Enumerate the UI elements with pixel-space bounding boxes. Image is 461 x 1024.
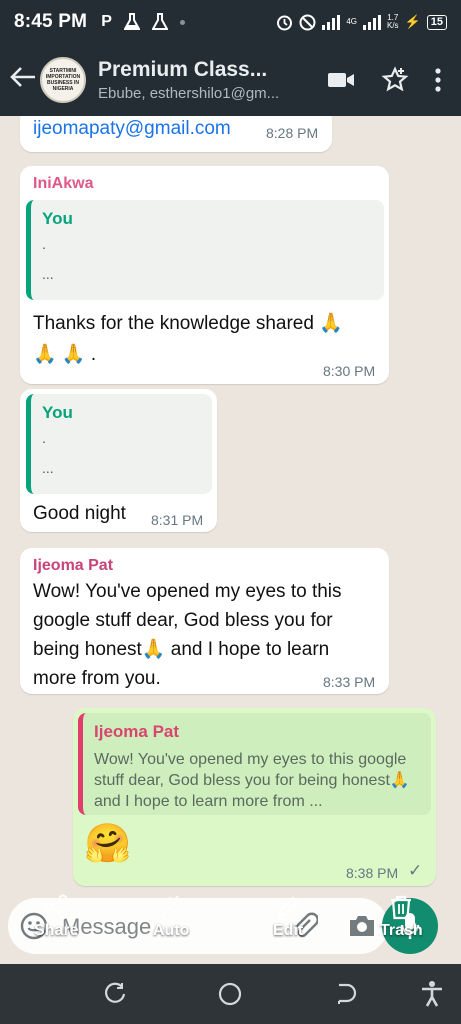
message-bubble[interactable]: ijeomapaty@gmail.com 8:28 PM <box>20 116 332 152</box>
chat-area[interactable]: ijeomapaty@gmail.com 8:28 PM IniAkwa You… <box>0 116 461 964</box>
signal-icon <box>363 14 381 30</box>
do-not-disturb-icon <box>299 14 316 30</box>
video-call-icon[interactable] <box>327 70 355 90</box>
message-time: 8:30 PM <box>323 363 376 379</box>
quoted-sender: Ijeoma Pat <box>94 722 180 741</box>
sender-name: Ijeoma Pat <box>33 557 114 574</box>
camera-icon[interactable] <box>348 914 376 938</box>
trash-icon <box>391 895 412 920</box>
message-bubble[interactable]: Ijeoma Pat Wow! You've opened my eyes to… <box>20 548 389 694</box>
message-time: 8:31 PM <box>151 512 204 528</box>
back-nav-icon[interactable] <box>331 980 359 1008</box>
share-button[interactable]: Share <box>34 894 78 940</box>
hugging-face-emoji: 🤗 <box>84 823 132 865</box>
network-type: 4G <box>346 17 357 26</box>
quoted-sender: You <box>42 403 73 422</box>
magic-wand-icon <box>160 896 184 918</box>
quoted-message[interactable]: You . ... <box>26 200 384 300</box>
chat-title-area[interactable]: Premium Class... Ebube, esthershilo1@gm.… <box>98 58 298 102</box>
back-button[interactable] <box>6 65 40 96</box>
system-nav-bar <box>0 964 461 1024</box>
message-text: ijeomapaty@gmail.com <box>33 118 231 139</box>
notification-dot <box>179 19 185 25</box>
accessibility-icon[interactable] <box>420 980 444 1008</box>
charging-icon: ⚡ <box>404 14 421 29</box>
edit-button[interactable]: Edit <box>273 894 303 940</box>
message-bubble[interactable]: IniAkwa You . ... Thanks for the knowled… <box>20 166 389 384</box>
pencil-icon <box>277 896 299 920</box>
back-arrow-icon <box>10 66 35 87</box>
quoted-message[interactable]: You . ... <box>26 394 212 494</box>
read-tick-icon: ✓ <box>408 861 423 880</box>
recents-icon[interactable] <box>102 980 130 1008</box>
chat-title: Premium Class... <box>98 58 268 81</box>
composer-bar: Message Share Auto Edit Trash <box>0 888 461 964</box>
flask-icon <box>123 13 140 30</box>
star-icon[interactable] <box>381 66 409 94</box>
message-text: Thanks for the knowledge shared 🙏 <box>33 313 343 334</box>
clock: 8:45 PM <box>14 11 88 32</box>
status-bar: 8:45 PM P 4G 1.7 K/s ⚡ 15 <box>0 0 461 44</box>
message-time: 8:28 PM <box>266 125 319 141</box>
battery-indicator: 15 <box>426 14 447 30</box>
message-time: 8:33 PM <box>323 674 376 690</box>
quoted-text: Wow! You've opened my eyes to this googl… <box>94 751 410 810</box>
message-time: 8:38 PM <box>346 865 399 881</box>
share-icon <box>44 894 68 920</box>
message-text: 🙏 🙏 . <box>33 344 97 365</box>
quoted-sender: You <box>42 209 73 228</box>
home-icon[interactable] <box>216 980 244 1008</box>
message-bubble-outgoing[interactable]: Ijeoma Pat Wow! You've opened my eyes to… <box>73 708 436 886</box>
group-avatar[interactable]: STARTMINI IMPORTATION BUSINESS IN NIGERI… <box>40 57 86 103</box>
chat-participants: Ebube, esthershilo1@gm... <box>98 85 280 102</box>
message-text: more from you. <box>33 668 161 689</box>
chat-header: STARTMINI IMPORTATION BUSINESS IN NIGERI… <box>0 44 461 116</box>
message-text: being honest🙏 and I hope to learn <box>33 639 330 660</box>
parking-icon: P <box>101 13 112 30</box>
message-text: Wow! You've opened my eyes to this <box>33 581 342 602</box>
message-text: Good night <box>33 503 126 524</box>
signal-icon <box>322 14 341 30</box>
more-options-icon[interactable] <box>435 68 441 92</box>
message-text: google stuff dear, God bless you for <box>33 610 333 631</box>
sender-name: IniAkwa <box>33 175 94 192</box>
quoted-message[interactable]: Ijeoma Pat Wow! You've opened my eyes to… <box>78 713 431 815</box>
trash-button[interactable]: Trash <box>380 894 423 940</box>
flask-icon <box>151 13 168 30</box>
alarm-icon <box>277 15 293 30</box>
auto-button[interactable]: Auto <box>153 894 189 940</box>
data-speed: 1.7 K/s <box>387 13 399 30</box>
message-bubble[interactable]: You . ... Good night 8:31 PM <box>20 389 217 532</box>
